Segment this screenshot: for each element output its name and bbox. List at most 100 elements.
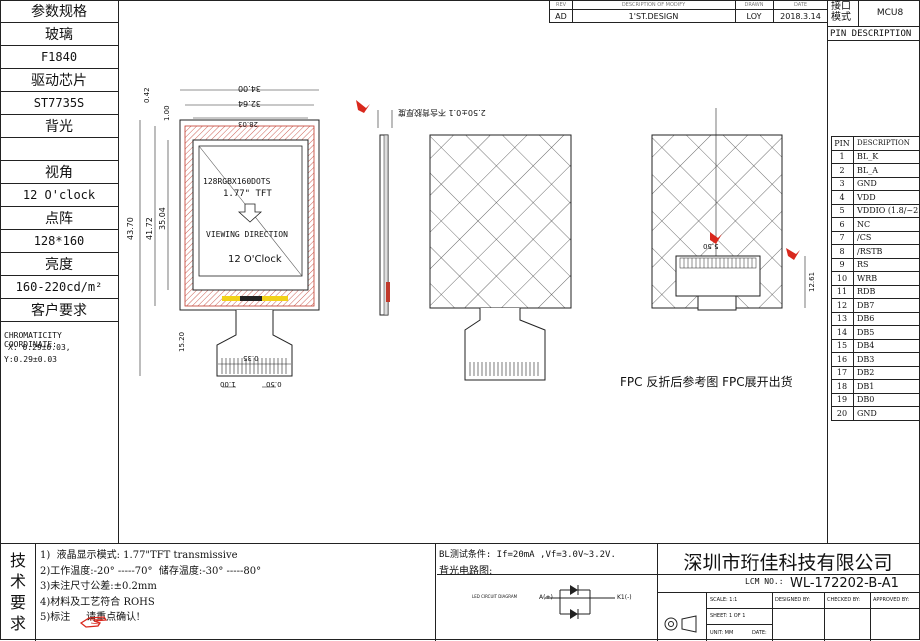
pin-row: 11 RDB (831, 284, 920, 298)
pin-number: 13 (831, 312, 854, 325)
pin-row: 2 BL_A (831, 163, 920, 177)
pin-function: VDD (857, 192, 876, 202)
rev-description: 1'ST.DESIGN (628, 11, 679, 21)
company-name: 深圳市珩佳科技有限公司 (683, 552, 893, 574)
dim-pad: 0.35 (243, 354, 259, 362)
date-label: DATE: (752, 630, 767, 636)
backlight-test: BL测试条件: If=20mA ,Vf=3.0V~3.2V. (439, 550, 616, 560)
pin-number: 10 (831, 272, 854, 285)
fpc-caption: FPC 反折后参考图 FPC展开出货 (620, 375, 793, 389)
pin-row: 16 DB3 (831, 352, 920, 366)
spec-row: 128*160 (0, 230, 118, 253)
tech-line: 3)未注尺寸公差:±0.2mm (40, 581, 157, 592)
lcm-label: LCM NO.: (745, 577, 784, 586)
spec-row: 参数规格 (0, 0, 118, 23)
pin-function: BL_K (857, 152, 879, 162)
bottom-block: 技术要求 1) 液晶显示模式: 1.77"TFT transmissive 2)工… (0, 543, 920, 641)
pin-function: NC (857, 219, 871, 229)
caution-hand-icon (79, 613, 108, 632)
pin-number: 16 (831, 353, 854, 366)
projection-symbol-icon (664, 615, 697, 633)
dim-top-margin: 1.00 (163, 105, 171, 121)
spec-panel: 参数规格 玻璃 F1840 驱动芯片 ST7735S 背光 视角 12 O'clock 点阵 12… (0, 0, 119, 543)
pin-row: 7/CS (831, 230, 920, 244)
resolution-label: 128RGBX160DOTS (203, 177, 271, 186)
pin-number: 5 (831, 204, 854, 217)
pin-number: 6 (831, 218, 854, 231)
chromaticity-x: X: 0.29±0.03, (8, 343, 71, 352)
pin-function: GND (857, 179, 877, 189)
side-view-note: 2.50±0.1 不含背胶厚度 (398, 108, 486, 117)
pin-row: 1 BL_K (831, 149, 920, 163)
spec-row: 12 O'clock (0, 184, 118, 207)
clock-label: 12 O'Clock (228, 254, 282, 265)
tech-line: 4)材料及工艺符合 ROHS (40, 596, 155, 608)
pin-function: DESCRIPTION (857, 139, 910, 148)
led-cathode-label: K1(-) (617, 594, 632, 601)
interface-label: 接口 模式 (831, 1, 858, 23)
pin-function: DB5 (857, 327, 875, 337)
pin-number: 4 (831, 191, 854, 204)
tech-requirements: 1) 液晶显示模式: 1.77"TFT transmissive 2)工作温度:-… (40, 548, 261, 626)
pin-row: 12 DB7 (831, 298, 920, 312)
pin-row: 19 DB0 (831, 392, 920, 406)
dim-height-outer: 43.70 (126, 217, 135, 240)
pin-row: 13 DB6 (831, 311, 920, 325)
pin-function: BL_A (857, 165, 878, 175)
spec-row: 160-220cd/m² (0, 276, 118, 299)
pin-number: 3 (831, 177, 854, 190)
fpc-dim-width: 5.50 (703, 242, 719, 250)
pin-row: 15 DB4 (831, 338, 920, 352)
pin-panel: 接口 模式 MCU8 PIN DESCRIPTION PIN DESCRIPTIO… (827, 0, 920, 543)
pin-function: RS (857, 260, 869, 270)
pin-number: 7 (831, 231, 854, 244)
checked-label: CHECKED BY: (827, 597, 861, 603)
sheet-label: SHEET: 1 OF 1 (710, 613, 746, 619)
dim-top-offset: 0.42 (143, 87, 151, 103)
dim-width-view: 28.03 (238, 120, 259, 128)
pin-number: 14 (831, 326, 854, 339)
size-label: 1.77" TFT (223, 189, 272, 199)
tech-line: 2)工作温度:-20° -----70° 储存温度:-30° -----80° (40, 565, 262, 577)
spec-row: 驱动芯片 (0, 69, 118, 92)
spec-row: 客户要求 (0, 299, 118, 322)
dim-width-outer: 34.00 (238, 84, 261, 93)
pin-number: 12 (831, 299, 854, 312)
pin-function: DB7 (857, 300, 875, 310)
spec-row: 点阵 (0, 207, 118, 230)
led-small-label: LED CIRCUIT DIAGRAM (472, 594, 518, 599)
dim-fpc-length: 15.20 (178, 331, 186, 352)
chromaticity-y: Y:0.29±0.03 (4, 355, 57, 364)
tech-heading: 技术要求 (4, 550, 32, 634)
interface-label-text: 接口 模式 (831, 1, 851, 23)
pin-table-header: PIN DESCRIPTION (831, 136, 920, 150)
pin-function: GND (857, 408, 877, 418)
pin-number: 2 (831, 164, 854, 177)
rev-date: 2018.3.14 (780, 11, 821, 21)
rev-header-drawn: DRAWN (744, 1, 764, 8)
scale-label: SCALE: 1:1 (710, 597, 738, 603)
pin-function: /RSTB (857, 246, 883, 256)
pin-function: DB1 (857, 381, 875, 391)
pin-row: 17 DB2 (831, 365, 920, 379)
pin-row: 5 VDDIO (1.8/~2.8 (831, 203, 920, 217)
rev-drawn: LOY (746, 11, 762, 21)
pin-row: 4 VDD (831, 190, 920, 204)
spec-row: 亮度 (0, 253, 118, 276)
spec-row: 玻璃 (0, 23, 118, 46)
pin-row: 18 DB1 (831, 379, 920, 393)
spec-row (0, 138, 118, 161)
spec-row: 视角 (0, 161, 118, 184)
pin-number: 9 (831, 258, 854, 271)
pin-function: VDDIO (1.8/~2.8 (857, 206, 920, 216)
pin-row: 10 WRB (831, 271, 920, 285)
designed-label: DESIGNED BY: (775, 597, 811, 603)
pin-number: 1 (831, 150, 854, 163)
dim-height-mid: 41.72 (145, 217, 154, 240)
approved-label: APPROVED BY: (873, 597, 910, 603)
pin-row: 9 RS (831, 257, 920, 271)
tech-heading-text: 技术要求 (10, 551, 27, 633)
viewing-direction-label: VIEWING DIRECTION (206, 230, 288, 239)
pin-number: 15 (831, 339, 854, 352)
dim-gap: 0.50 (266, 380, 282, 388)
